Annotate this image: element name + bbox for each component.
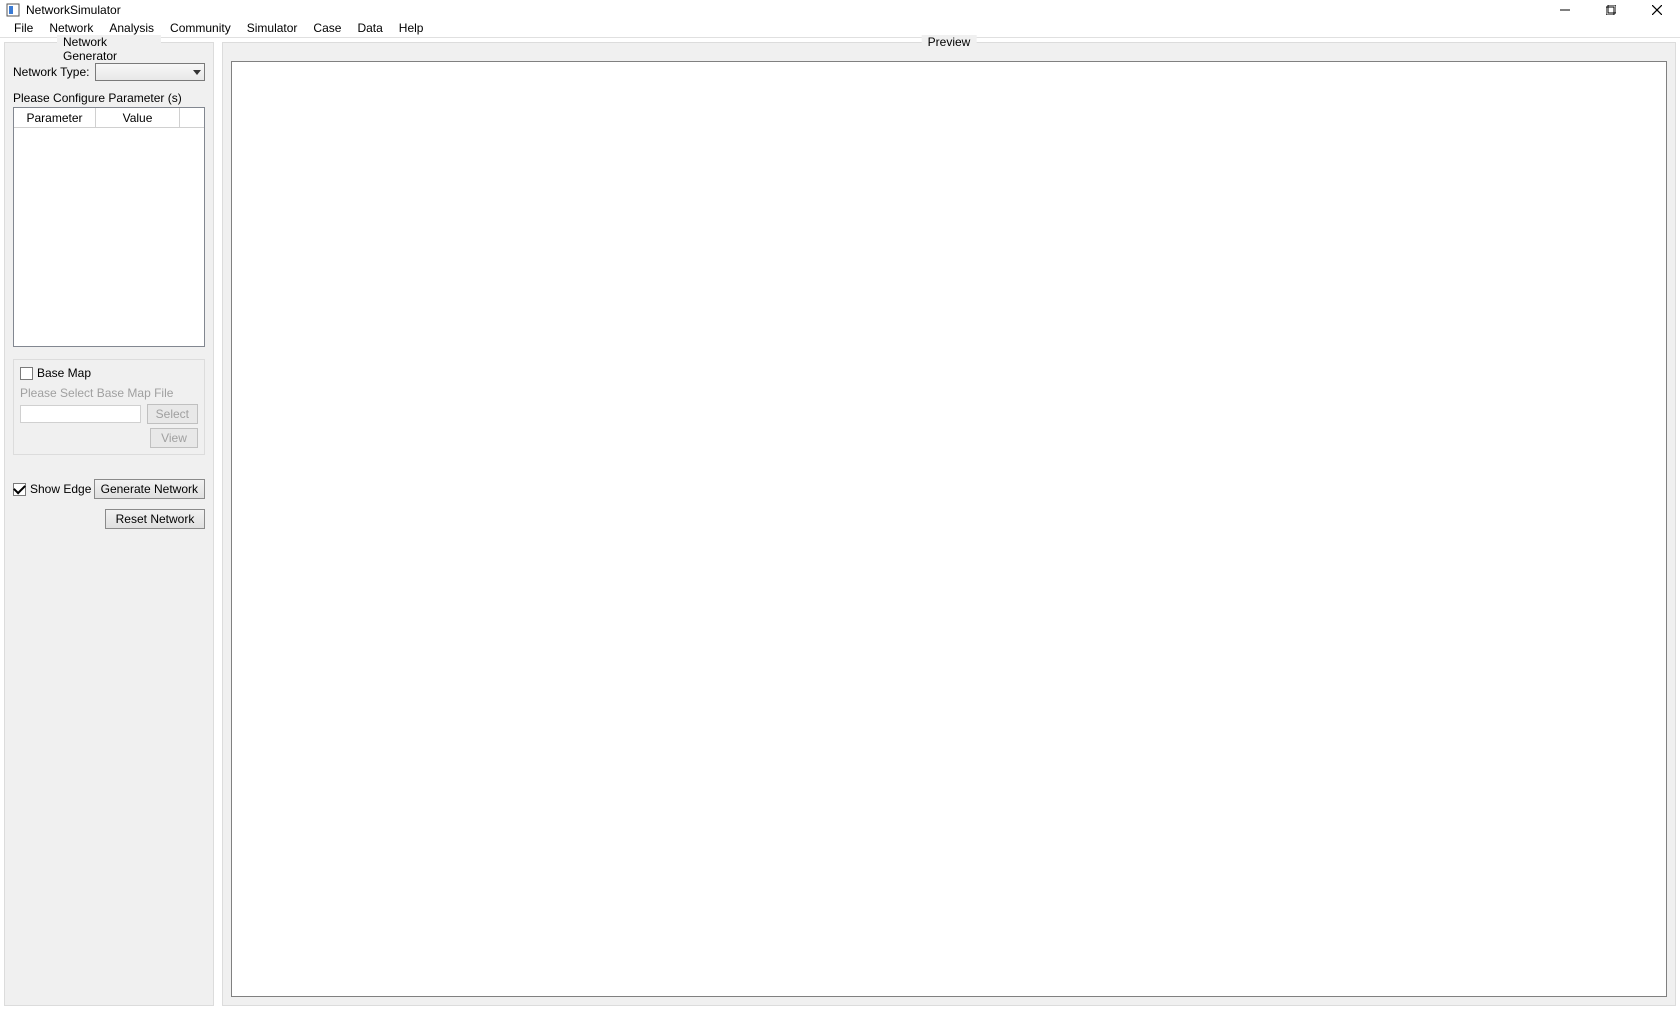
base-map-file-input: [20, 405, 141, 423]
menu-data[interactable]: Data: [349, 21, 390, 35]
empty-column-header: [180, 108, 204, 127]
preview-panel: Preview: [222, 42, 1676, 1006]
menu-case[interactable]: Case: [305, 21, 349, 35]
maximize-button[interactable]: [1588, 0, 1634, 20]
select-base-map-button: Select: [147, 404, 198, 424]
app-title: NetworkSimulator: [26, 3, 121, 17]
window-controls: [1542, 0, 1680, 20]
value-column-header[interactable]: Value: [96, 108, 180, 127]
generate-network-button[interactable]: Generate Network: [94, 479, 205, 499]
reset-network-button[interactable]: Reset Network: [105, 509, 205, 529]
main-area: Network Generator Network Type: Please C…: [0, 38, 1680, 1010]
menu-simulator[interactable]: Simulator: [239, 21, 306, 35]
app-icon: [6, 3, 20, 17]
base-map-checkbox[interactable]: [20, 367, 33, 380]
preview-canvas[interactable]: [231, 61, 1667, 997]
menu-analysis[interactable]: Analysis: [101, 21, 162, 35]
network-type-combobox[interactable]: [95, 63, 205, 81]
parameter-table-body: [14, 128, 204, 346]
minimize-button[interactable]: [1542, 0, 1588, 20]
menu-community[interactable]: Community: [162, 21, 239, 35]
parameter-column-header[interactable]: Parameter: [14, 108, 96, 127]
show-edge-label: Show Edge: [30, 482, 91, 496]
close-button[interactable]: [1634, 0, 1680, 20]
configure-parameters-label: Please Configure Parameter (s): [13, 91, 205, 105]
network-generator-title: Network Generator: [57, 35, 161, 63]
base-map-hint: Please Select Base Map File: [20, 386, 198, 400]
menu-file[interactable]: File: [6, 21, 41, 35]
title-bar: NetworkSimulator: [0, 0, 1680, 20]
base-map-label: Base Map: [37, 366, 91, 380]
preview-title: Preview: [922, 35, 977, 49]
menu-network[interactable]: Network: [41, 21, 101, 35]
view-base-map-button: View: [150, 428, 198, 448]
network-type-label: Network Type:: [13, 65, 89, 79]
menu-bar: File Network Analysis Community Simulato…: [0, 20, 1680, 38]
parameter-table-header: Parameter Value: [14, 108, 204, 128]
network-generator-panel: Network Generator Network Type: Please C…: [4, 42, 214, 1006]
show-edge-checkbox[interactable]: [13, 483, 26, 496]
parameter-table[interactable]: Parameter Value: [13, 107, 205, 347]
chevron-down-icon: [193, 70, 201, 75]
menu-help[interactable]: Help: [391, 21, 432, 35]
base-map-section: Base Map Please Select Base Map File Sel…: [13, 359, 205, 455]
generator-controls: Show Edge Generate Network Reset Network: [13, 479, 205, 529]
